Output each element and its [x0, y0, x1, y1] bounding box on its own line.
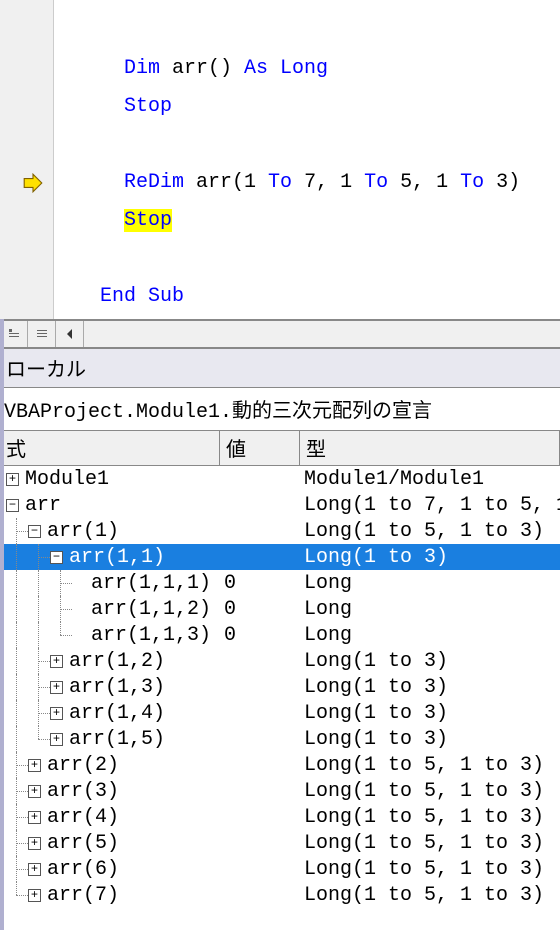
type-text: Long [300, 598, 560, 621]
code-gutter [0, 0, 54, 319]
expr-text: arr(1,1) [67, 546, 165, 569]
code-editor[interactable]: Dim arr() As Long Stop ReDim arr(1 To 7,… [0, 0, 560, 320]
expr-text: arr(1,1,2) [89, 598, 211, 621]
type-text: Long(1 to 5, 1 to 3) [300, 754, 560, 777]
expand-icon[interactable] [28, 837, 41, 850]
code-line: Stop [76, 209, 172, 232]
locals-row[interactable]: arr(1,1,1) 0Long [0, 570, 560, 596]
locals-row[interactable]: arr(6) Long(1 to 5, 1 to 3) [0, 856, 560, 882]
type-text: Long [300, 572, 560, 595]
type-text: Long [300, 624, 560, 647]
expr-text: arr(4) [45, 806, 119, 829]
value-text: 0 [220, 598, 300, 621]
procedure-view-button[interactable] [28, 321, 56, 347]
type-text: Long(1 to 5, 1 to 3) [300, 884, 560, 907]
expand-icon[interactable] [28, 863, 41, 876]
locals-panel-title: ローカル [0, 348, 560, 388]
type-text: Long(1 to 5, 1 to 3) [300, 780, 560, 803]
locals-headers: 式 値 型 [0, 431, 560, 466]
code-line: Dim arr() As Long [76, 57, 328, 80]
type-text: Long(1 to 5, 1 to 3) [300, 858, 560, 881]
collapse-icon[interactable] [6, 499, 19, 512]
locals-row[interactable]: arr(1,1,2) 0Long [0, 596, 560, 622]
expand-icon[interactable] [28, 811, 41, 824]
locals-row[interactable]: arr(4) Long(1 to 5, 1 to 3) [0, 804, 560, 830]
locals-row[interactable]: arr(1,1) Long(1 to 3) [0, 544, 560, 570]
locals-row[interactable]: arr(1,1,3) 0Long [0, 622, 560, 648]
locals-row[interactable]: arr(7) Long(1 to 5, 1 to 3) [0, 882, 560, 908]
locals-tree[interactable]: Module1 Module1/Module1 arr Long(1 to 7, 1 … [0, 466, 560, 908]
locals-row[interactable]: arr(1,4) Long(1 to 3) [0, 700, 560, 726]
code-content[interactable]: Dim arr() As Long Stop ReDim arr(1 To 7,… [54, 0, 520, 319]
value-text: 0 [220, 624, 300, 647]
expr-text: arr(3) [45, 780, 119, 803]
locals-row[interactable]: Module1 Module1/Module1 [0, 466, 560, 492]
expr-text: arr(1,4) [67, 702, 165, 725]
locals-row[interactable]: arr(1,3) Long(1 to 3) [0, 674, 560, 700]
header-type[interactable]: 型 [300, 431, 560, 465]
type-text: Long(1 to 5, 1 to 3) [300, 832, 560, 855]
expr-text: arr [23, 494, 61, 517]
header-expression[interactable]: 式 [0, 431, 220, 465]
type-text: Long(1 to 3) [300, 676, 560, 699]
expand-icon[interactable] [28, 759, 41, 772]
type-text: Long(1 to 7, 1 to 5, 1 to 3) [300, 494, 560, 517]
expand-icon[interactable] [50, 681, 63, 694]
expand-icon[interactable] [28, 889, 41, 902]
expr-text: Module1 [23, 468, 109, 491]
expand-icon[interactable] [50, 655, 63, 668]
execution-pointer-icon [22, 172, 44, 194]
expr-text: arr(6) [45, 858, 119, 881]
type-text: Long(1 to 5, 1 to 3) [300, 520, 560, 543]
expr-text: arr(1) [45, 520, 119, 543]
code-line: Stop [76, 95, 172, 118]
type-text: Module1/Module1 [300, 468, 560, 491]
expand-icon[interactable] [50, 707, 63, 720]
locals-row[interactable]: arr(5) Long(1 to 5, 1 to 3) [0, 830, 560, 856]
value-text: 0 [220, 572, 300, 595]
collapse-icon[interactable] [50, 551, 63, 564]
expr-text: arr(5) [45, 832, 119, 855]
expand-icon[interactable] [50, 733, 63, 746]
expr-text: arr(1,5) [67, 728, 165, 751]
locals-row[interactable]: arr(1,2) Long(1 to 3) [0, 648, 560, 674]
locals-row[interactable]: arr(1,5) Long(1 to 3) [0, 726, 560, 752]
full-module-view-button[interactable] [0, 321, 28, 347]
expand-icon[interactable] [28, 785, 41, 798]
type-text: Long(1 to 3) [300, 546, 560, 569]
locals-row[interactable]: arr(1) Long(1 to 5, 1 to 3) [0, 518, 560, 544]
code-line: End Sub [76, 285, 184, 308]
expr-text: arr(1,1,3) [89, 624, 211, 647]
expr-text: arr(1,1,1) [89, 572, 211, 595]
locals-row[interactable]: arr(3) Long(1 to 5, 1 to 3) [0, 778, 560, 804]
expr-text: arr(2) [45, 754, 119, 777]
type-text: Long(1 to 3) [300, 702, 560, 725]
scroll-left-button[interactable] [56, 321, 84, 347]
type-text: Long(1 to 3) [300, 728, 560, 751]
type-text: Long(1 to 5, 1 to 3) [300, 806, 560, 829]
locals-row[interactable]: arr(2) Long(1 to 5, 1 to 3) [0, 752, 560, 778]
expr-text: arr(1,3) [67, 676, 165, 699]
header-value[interactable]: 値 [220, 431, 300, 465]
locals-context: VBAProject.Module1.動的三次元配列の宣言 [0, 388, 560, 431]
expr-text: arr(1,2) [67, 650, 165, 673]
code-line: ReDim arr(1 To 7, 1 To 5, 1 To 3) [76, 171, 520, 194]
locals-row[interactable]: arr Long(1 to 7, 1 to 5, 1 to 3) [0, 492, 560, 518]
expand-icon[interactable] [6, 473, 19, 486]
type-text: Long(1 to 3) [300, 650, 560, 673]
collapse-icon[interactable] [28, 525, 41, 538]
expr-text: arr(7) [45, 884, 119, 907]
